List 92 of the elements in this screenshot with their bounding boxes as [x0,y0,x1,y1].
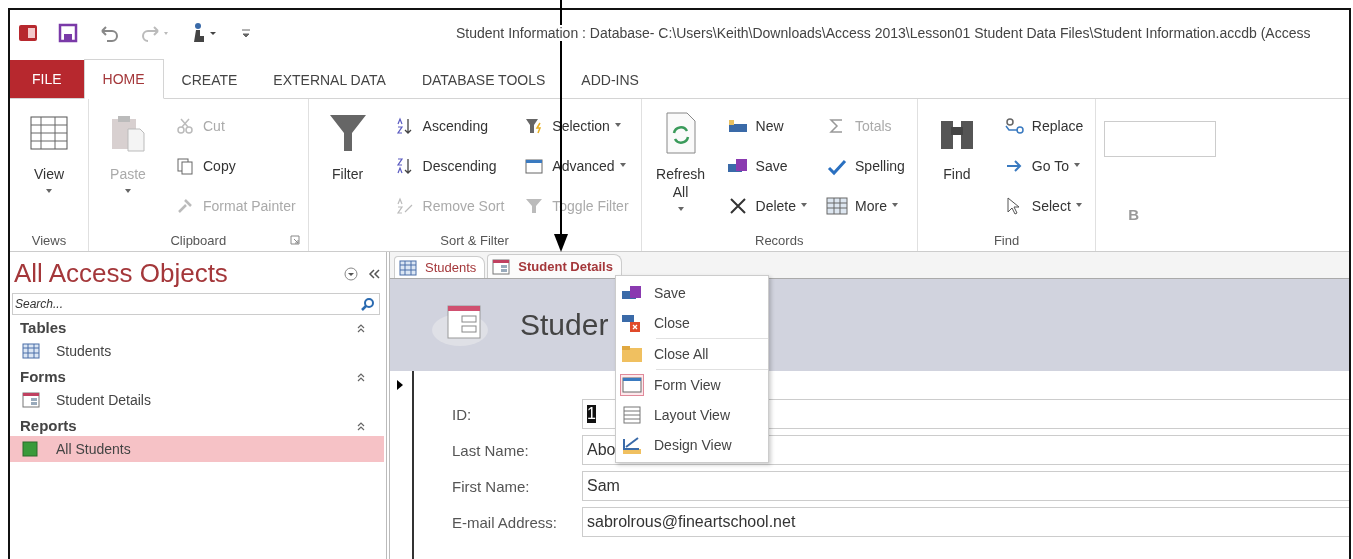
nav-group-header[interactable]: Tables [20,319,67,336]
brush-icon [176,197,194,215]
font-field[interactable] [1104,121,1217,157]
field-value: Sam [587,477,620,495]
form-icon [622,377,642,393]
table-icon [22,343,40,359]
ribbon-tab[interactable]: ADD-INS [563,62,657,98]
ribbon-button[interactable]: Ascending [388,107,509,145]
field-value: 1 [587,405,596,423]
sort-descending-icon [395,157,414,175]
ribbon-button[interactable]: Replace [997,107,1088,145]
grid-icon [826,197,849,215]
table-grid-icon [29,113,69,153]
filter-lightning-icon [525,117,544,135]
menu-item[interactable]: Save [616,278,768,308]
menu-item[interactable]: Close All [616,339,768,369]
collapse-group-icon[interactable] [356,322,366,333]
form-icon [22,392,40,408]
field-label: Last Name: [452,441,530,459]
nav-item[interactable]: Students [10,338,384,364]
nav-group-header[interactable]: Reports [20,417,77,434]
ribbon-button[interactable]: More [821,187,909,225]
nav-item[interactable]: All Students [10,436,384,462]
ribbon-tab[interactable]: EXTERNAL DATA [255,62,404,98]
access-logo-icon [18,23,38,43]
group-label: Sort & Filter [440,232,509,248]
window-icon [524,157,545,175]
table-icon [399,259,417,276]
dropdown-circle-icon[interactable] [344,266,358,281]
navigation-pane-title: All Access Objects [14,258,229,289]
close-icon [621,313,643,333]
file-tab[interactable]: FILE [10,60,84,98]
new-record-icon [726,118,749,134]
form-icon [492,258,511,275]
field-label: ID: [452,405,473,423]
field-value: sabrolrous@fineartschool.net [587,513,796,531]
ribbon-tab[interactable]: DATABASE TOOLS [403,62,564,98]
funnel-icon [525,197,544,215]
ribbon-button[interactable]: Filter [316,105,379,229]
nav-group-header[interactable]: Forms [20,368,66,385]
layout-icon [621,405,643,425]
collapse-group-icon[interactable] [356,420,366,431]
save-icon[interactable] [58,23,78,43]
delete-icon [727,196,748,216]
ribbon-button[interactable]: Descending [388,147,509,185]
customize-toolbar-icon[interactable] [240,26,252,40]
search-icon[interactable] [361,297,375,311]
ribbon-button[interactable]: New [721,107,812,145]
group-label: Views [31,232,67,248]
text-field[interactable]: Sam [582,471,1349,501]
remove-sort-icon [395,197,414,215]
undo-icon[interactable] [98,23,120,43]
ribbon-button[interactable]: Go To [997,147,1088,185]
ribbon-button[interactable]: Save [721,147,812,185]
form-title: Studer [520,308,609,342]
window-title: Student Information : Database- C:\Users\Keith\Downloads\Access 2013\Lesson01 Student Data Files\Student Information.accdb (Access [456,25,1311,41]
group-label: Records [755,232,804,248]
field-label: First Name: [452,477,531,495]
group-label: Clipboard [170,232,227,248]
text-field[interactable]: sabrolrous@fineartschool.net [582,507,1349,537]
field-label: E-mail Address: [452,513,559,531]
ribbon-button[interactable]: Delete [721,187,812,225]
ribbon-tab[interactable]: HOME [83,59,164,99]
ribbon-button[interactable]: View [18,105,80,229]
document-tab[interactable]: Student Details [487,254,622,278]
copy-icon [176,157,194,175]
ribbon-button[interactable]: Spelling [821,147,909,185]
field-value: Abo [587,441,616,459]
scissors-icon [176,117,194,135]
sort-ascending-icon [395,117,414,135]
group-label: Find [993,232,1020,248]
current-record-icon [396,379,404,391]
collapse-pane-icon[interactable] [368,267,380,280]
ribbon-button[interactable]: Select [997,187,1088,225]
collapse-group-icon[interactable] [356,371,366,382]
ribbon-button[interactable]: Find [925,105,988,229]
save-icon [621,284,643,302]
menu-item[interactable]: Form View [616,370,768,400]
menu-item[interactable]: Close [616,308,768,338]
ribbon-button[interactable]: Refresh All [649,105,712,229]
ribbon-button[interactable]: Copy [169,147,300,185]
report-icon [22,441,38,457]
folder-icon [621,344,643,364]
save-icon [726,157,749,175]
design-icon [621,435,643,455]
document-tab[interactable]: Students [394,256,486,278]
ribbon-tab[interactable]: CREATE [163,62,256,98]
search-box[interactable]: Search... [12,293,380,315]
menu-item[interactable]: Layout View [616,400,768,430]
replace-icon [1002,117,1025,135]
nav-item[interactable]: Student Details [10,387,384,413]
dialog-launcher-icon[interactable] [289,235,300,245]
